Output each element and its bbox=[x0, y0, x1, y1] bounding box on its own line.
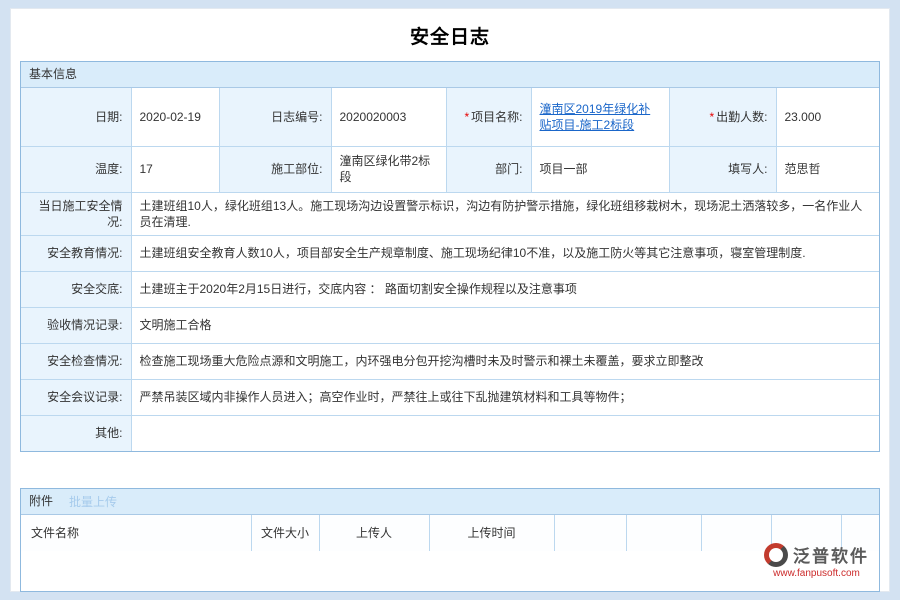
field-label-project-name: *项目名称: bbox=[446, 88, 531, 146]
basic-info-table: 日期: 2020-02-19 日志编号: 2020020003 *项目名称: 潼… bbox=[21, 88, 879, 451]
fanpu-logo-icon bbox=[764, 543, 788, 567]
field-value-department: 项目一部 bbox=[531, 146, 669, 192]
field-label-text: 出勤人数: bbox=[716, 110, 767, 124]
field-label-text: 日志编号: bbox=[271, 110, 322, 124]
table-row-other: 其他: bbox=[21, 415, 879, 451]
field-label-text: 日期: bbox=[95, 110, 122, 124]
field-label-log-no: 日志编号: bbox=[219, 88, 331, 146]
field-label-safety-inspection: 安全检查情况: bbox=[21, 343, 131, 379]
field-label-safety-today: 当日施工安全情况: bbox=[21, 192, 131, 235]
table-row-safety-briefing: 安全交底: 土建班主于2020年2月15日进行，交底内容 ： 路面切割安全操作规… bbox=[21, 271, 879, 307]
field-value-safety-meeting: 严禁吊装区域内非操作人员进入；高空作业时，严禁往上或往下乱抛建筑材料和工具等物件… bbox=[131, 379, 879, 415]
table-row-safety-today: 当日施工安全情况: 土建班组10人，绿化班组13人。施工现场沟边设置警示标识，沟… bbox=[21, 192, 879, 235]
field-value-attendance: 23.000 bbox=[776, 88, 879, 146]
batch-upload-button[interactable]: 批量上传 bbox=[69, 493, 117, 510]
attachments-table: 文件名称 文件大小 上传人 上传时间 bbox=[21, 515, 879, 551]
field-label-other: 其他: bbox=[21, 415, 131, 451]
field-label-department: 部门: bbox=[446, 146, 531, 192]
attachments-section: 附件 批量上传 文件名称 文件大小 上传人 上传时间 bbox=[20, 488, 880, 592]
field-label-attendance: *出勤人数: bbox=[669, 88, 776, 146]
required-asterisk: * bbox=[464, 110, 469, 124]
field-value-writer: 范思哲 bbox=[776, 146, 879, 192]
table-row-safety-meeting: 安全会议记录: 严禁吊装区域内非操作人员进入；高空作业时，严禁往上或往下乱抛建筑… bbox=[21, 379, 879, 415]
table-row-safety-inspection: 安全检查情况: 检查施工现场重大危险点源和文明施工，内环强电分包开挖沟槽时未及时… bbox=[21, 343, 879, 379]
field-value-date: 2020-02-19 bbox=[131, 88, 219, 146]
field-label-temperature: 温度: bbox=[21, 146, 131, 192]
field-label-text: 部门: bbox=[495, 162, 522, 176]
brand-footer: 泛普软件 www.fanpusoft.com bbox=[764, 542, 869, 579]
column-header-empty bbox=[626, 515, 701, 551]
field-value-work-section: 潼南区绿化带2标段 bbox=[331, 146, 446, 192]
field-label-work-section: 施工部位: bbox=[219, 146, 331, 192]
project-link[interactable]: 潼南区2019年绿化补贴项目-施工2标段 bbox=[540, 102, 651, 132]
field-label-writer: 填写人: bbox=[669, 146, 776, 192]
attachments-empty-area bbox=[21, 551, 879, 591]
field-label-safety-briefing: 安全交底: bbox=[21, 271, 131, 307]
main-panel: 安全日志 基本信息 日期: 2020-02-19 日志编号: 202002000… bbox=[10, 8, 890, 592]
table-row-1: 日期: 2020-02-19 日志编号: 2020020003 *项目名称: 潼… bbox=[21, 88, 879, 146]
column-header-file-size: 文件大小 bbox=[251, 515, 319, 551]
brand-row: 泛普软件 bbox=[764, 542, 869, 567]
field-value-safety-today: 土建班组10人，绿化班组13人。施工现场沟边设置警示标识，沟边有防护警示措施，绿… bbox=[131, 192, 879, 235]
field-label-text: 温度: bbox=[95, 162, 122, 176]
brand-url: www.fanpusoft.com bbox=[764, 568, 869, 579]
field-value-safety-briefing: 土建班主于2020年2月15日进行，交底内容 ： 路面切割安全操作规程以及注意事… bbox=[131, 271, 879, 307]
field-value-other bbox=[131, 415, 879, 451]
field-value-safety-inspection: 检查施工现场重大危险点源和文明施工，内环强电分包开挖沟槽时未及时警示和裸土未覆盖… bbox=[131, 343, 879, 379]
field-label-text: 施工部位: bbox=[271, 162, 322, 176]
table-row-acceptance-record: 验收情况记录: 文明施工合格 bbox=[21, 307, 879, 343]
field-label-text: 项目名称: bbox=[471, 110, 522, 124]
column-header-uploader: 上传人 bbox=[319, 515, 429, 551]
basic-info-section: 基本信息 日期: 2020-02-19 日志编号: 2020020003 *项目… bbox=[20, 61, 880, 452]
field-value-project-name: 潼南区2019年绿化补贴项目-施工2标段 bbox=[531, 88, 669, 146]
field-value-safety-education: 土建班组安全教育人数10人，项目部安全生产规章制度、施工现场纪律10不准，以及施… bbox=[131, 235, 879, 271]
required-asterisk: * bbox=[709, 110, 714, 124]
attachments-header: 附件 批量上传 bbox=[21, 489, 879, 515]
attachments-title: 附件 bbox=[29, 489, 53, 514]
page-title: 安全日志 bbox=[11, 9, 889, 61]
attachments-header-row: 文件名称 文件大小 上传人 上传时间 bbox=[21, 515, 879, 551]
table-row-safety-education: 安全教育情况: 土建班组安全教育人数10人，项目部安全生产规章制度、施工现场纪律… bbox=[21, 235, 879, 271]
field-value-log-no: 2020020003 bbox=[331, 88, 446, 146]
column-header-file-name: 文件名称 bbox=[21, 515, 251, 551]
field-value-acceptance-record: 文明施工合格 bbox=[131, 307, 879, 343]
field-label-text: 填写人: bbox=[728, 162, 767, 176]
table-row-2: 温度: 17 施工部位: 潼南区绿化带2标段 部门: 项目一部 填写人: 范思哲 bbox=[21, 146, 879, 192]
field-value-temperature: 17 bbox=[131, 146, 219, 192]
brand-name: 泛普软件 bbox=[793, 542, 869, 567]
field-label-safety-meeting: 安全会议记录: bbox=[21, 379, 131, 415]
column-header-empty bbox=[701, 515, 771, 551]
column-header-upload-time: 上传时间 bbox=[429, 515, 554, 551]
basic-info-header: 基本信息 bbox=[21, 62, 879, 88]
field-label-acceptance-record: 验收情况记录: bbox=[21, 307, 131, 343]
column-header-empty bbox=[554, 515, 626, 551]
field-label-date: 日期: bbox=[21, 88, 131, 146]
field-label-safety-education: 安全教育情况: bbox=[21, 235, 131, 271]
